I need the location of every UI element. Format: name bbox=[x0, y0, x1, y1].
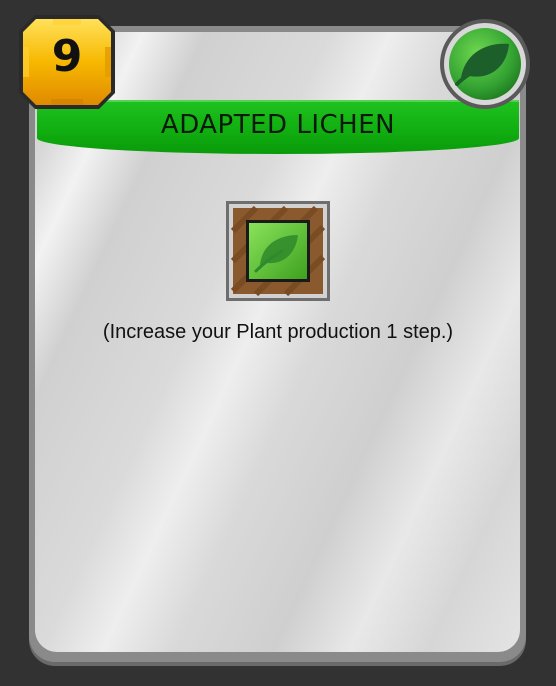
game-stage: ADAPTED LICHEN 9 (Increase your Plant pr… bbox=[0, 0, 556, 686]
cost-badge: 9 bbox=[17, 13, 117, 111]
plant-leaf-icon bbox=[440, 19, 530, 109]
plant-production-box bbox=[226, 201, 330, 301]
cost-value: 9 bbox=[51, 31, 83, 82]
plant-production-icon bbox=[226, 201, 330, 301]
plant-tag-badge bbox=[439, 18, 531, 110]
card-description: (Increase your Plant production 1 step.) bbox=[102, 321, 454, 343]
card-title: ADAPTED LICHEN bbox=[160, 110, 396, 140]
